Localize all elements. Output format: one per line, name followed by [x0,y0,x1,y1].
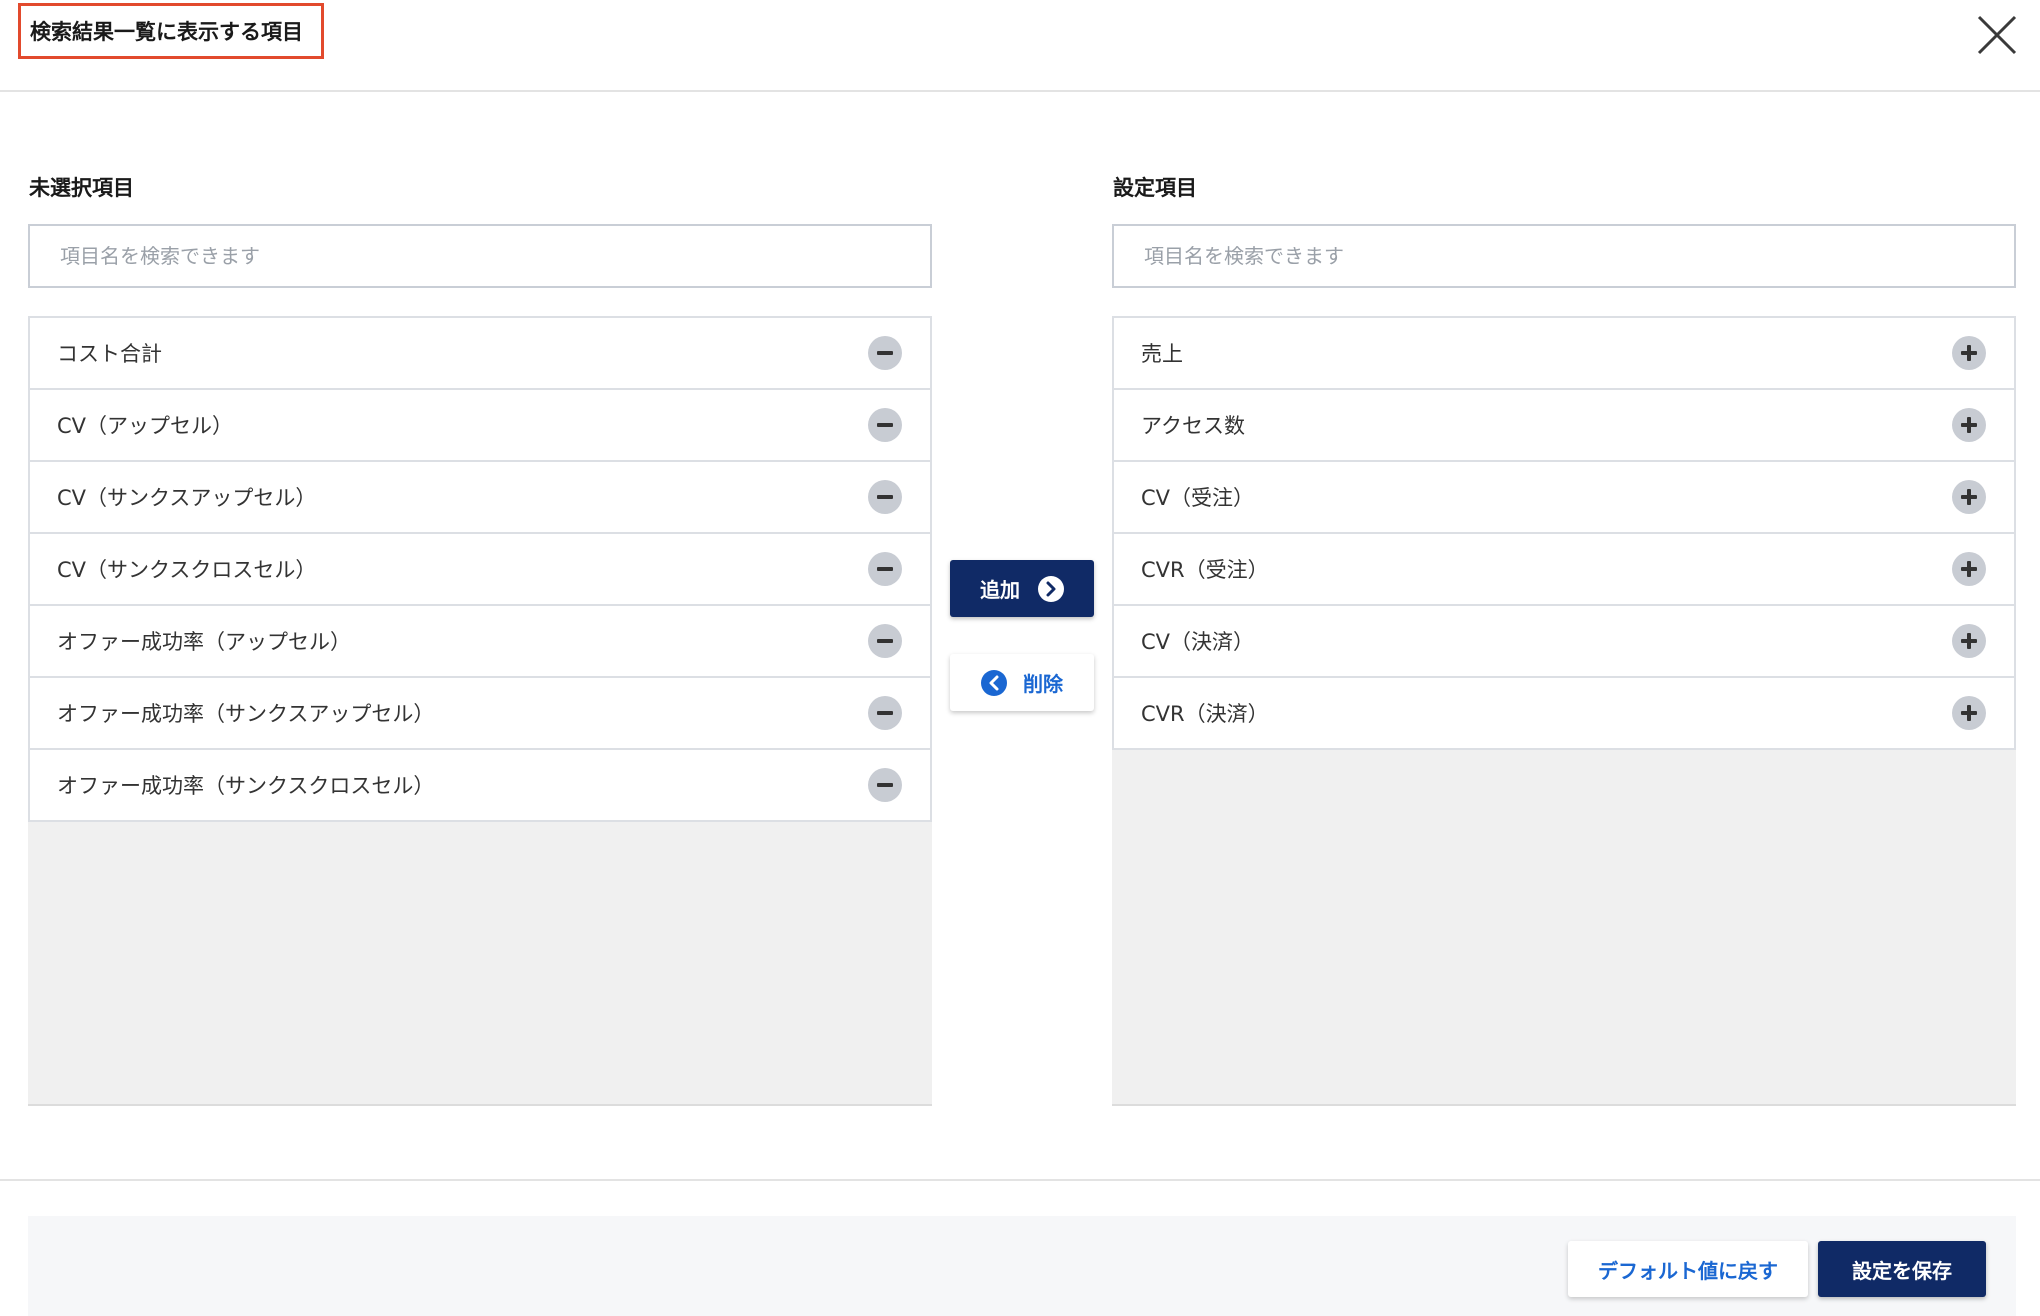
list-item-label: CVR（決済） [1141,702,1269,726]
dialog-title: 検索結果一覧に表示する項目 [18,3,324,59]
unselected-search-input[interactable] [28,224,932,288]
list-item[interactable]: CV（サンクスアップセル） [28,460,932,534]
minus-circle-icon[interactable] [868,336,902,370]
list-item[interactable]: CV（サンクスクロスセル） [28,532,932,606]
minus-circle-icon[interactable] [868,408,902,442]
unselected-list: コスト合計 CV（アップセル） CV（サンクスアップセル） CV（サンクスクロス… [28,316,932,1106]
unselected-label: 未選択項目 [29,176,134,200]
list-item-label: アクセス数 [1141,414,1245,438]
add-button-label: 追加 [980,578,1020,602]
header-divider [0,90,2040,92]
plus-circle-icon[interactable] [1952,480,1986,514]
list-item[interactable]: CV（決済） [1112,604,2016,678]
selected-list: 売上 アクセス数 CV（受注） CVR（受注） CV（決済） CVR（決済） [1112,316,2016,1106]
list-item[interactable]: CVR（受注） [1112,532,2016,606]
minus-circle-icon[interactable] [868,624,902,658]
selected-search-input[interactable] [1112,224,2016,288]
remove-button[interactable]: 削除 [950,654,1094,711]
list-item-label: CV（アップセル） [57,414,234,438]
save-settings-button[interactable]: 設定を保存 [1818,1241,1986,1297]
remove-button-label: 削除 [1023,672,1063,696]
minus-circle-icon[interactable] [868,696,902,730]
list-item-label: 売上 [1141,342,1183,366]
reset-default-button[interactable]: デフォルト値に戻す [1568,1241,1808,1297]
plus-circle-icon[interactable] [1952,696,1986,730]
list-item[interactable]: コスト合計 [28,316,932,390]
footer-divider [0,1179,2040,1181]
list-item-label: オファー成功率（サンクスクロスセル） [57,774,435,798]
list-item[interactable]: オファー成功率（サンクスアップセル） [28,676,932,750]
minus-circle-icon[interactable] [868,768,902,802]
list-item-label: オファー成功率（サンクスアップセル） [57,702,435,726]
minus-circle-icon[interactable] [868,480,902,514]
dialog-title-text: 検索結果一覧に表示する項目 [30,20,303,44]
chevron-right-circle-icon [1038,575,1064,602]
close-button[interactable] [1974,12,2020,58]
plus-circle-icon[interactable] [1952,624,1986,658]
plus-circle-icon[interactable] [1952,336,1986,370]
plus-circle-icon[interactable] [1952,408,1986,442]
reset-default-button-label: デフォルト値に戻す [1598,1258,1778,1283]
list-item-label: CV（サンクスクロスセル） [57,558,317,582]
close-icon [1977,15,2017,55]
list-item-label: CV（決済） [1141,630,1255,654]
list-item-label: CV（サンクスアップセル） [57,486,317,510]
list-item-label: コスト合計 [57,342,162,366]
list-item[interactable]: CVR（決済） [1112,676,2016,750]
selected-label: 設定項目 [1113,176,1197,200]
list-item[interactable]: 売上 [1112,316,2016,390]
list-item-label: オファー成功率（アップセル） [57,630,351,654]
save-settings-button-label: 設定を保存 [1852,1258,1952,1283]
minus-circle-icon[interactable] [868,552,902,586]
list-item[interactable]: CV（アップセル） [28,388,932,462]
chevron-left-circle-icon [981,669,1007,696]
plus-circle-icon[interactable] [1952,552,1986,586]
list-item-label: CV（受注） [1141,486,1255,510]
list-item-label: CVR（受注） [1141,558,1269,582]
list-item[interactable]: CV（受注） [1112,460,2016,534]
add-button[interactable]: 追加 [950,560,1094,617]
list-item[interactable]: アクセス数 [1112,388,2016,462]
list-item[interactable]: オファー成功率（サンクスクロスセル） [28,748,932,822]
list-item[interactable]: オファー成功率（アップセル） [28,604,932,678]
